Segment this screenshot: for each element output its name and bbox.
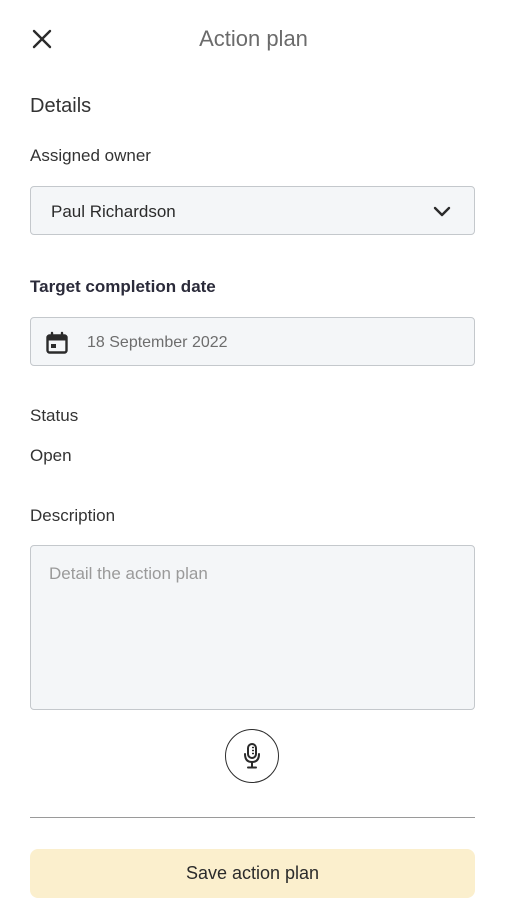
status-value: Open (30, 446, 72, 465)
target-date-value: 18 September 2022 (87, 334, 228, 351)
divider (30, 817, 475, 818)
assigned-owner-value: Paul Richardson (51, 202, 176, 221)
microphone-icon (244, 743, 260, 769)
target-date-label: Target completion date (30, 277, 216, 296)
target-date-field[interactable]: 18 September 2022 (30, 317, 475, 366)
assigned-owner-label: Assigned owner (30, 146, 151, 165)
status-label: Status (30, 406, 79, 425)
assigned-owner-select[interactable]: Paul Richardson (30, 186, 475, 235)
chevron-down-icon (433, 206, 451, 217)
description-label: Description (30, 506, 116, 525)
save-action-plan-button[interactable]: Save action plan (30, 849, 475, 898)
voice-input-button[interactable] (225, 729, 279, 783)
details-heading: Details (30, 95, 92, 117)
description-textarea[interactable] (30, 545, 475, 710)
page-title: Action plan (199, 26, 308, 51)
calendar-icon (46, 331, 68, 354)
header: Action plan (0, 0, 507, 80)
